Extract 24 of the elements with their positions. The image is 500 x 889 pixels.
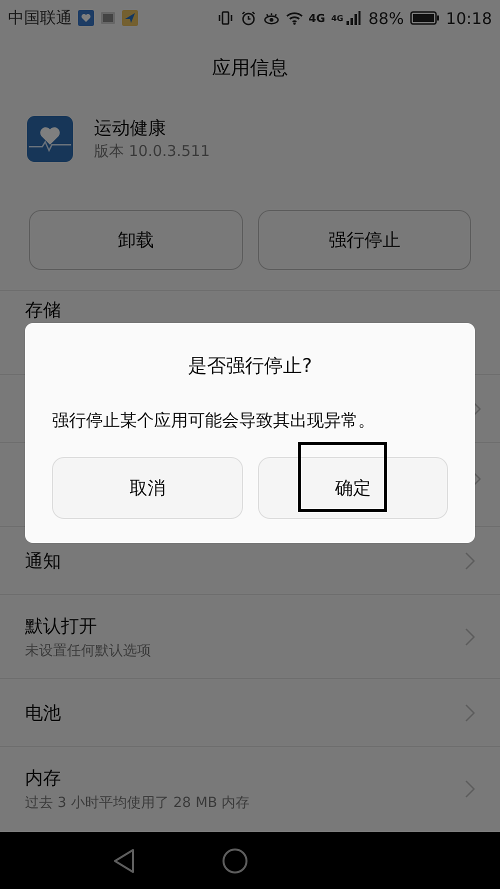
row-title: 默认打开	[25, 614, 98, 638]
network-label: 4G	[331, 14, 344, 22]
carrier-name: 中国联通	[8, 8, 72, 28]
action-button[interactable]: 强行停止	[258, 210, 471, 270]
dialog-button[interactable]: 取消	[52, 457, 242, 519]
screen-title: 应用信息	[212, 56, 288, 81]
row-title: 电池	[25, 702, 62, 724]
row-title: 存储	[25, 299, 62, 322]
battery-percent: 88%	[368, 8, 404, 28]
dialog-message: 强行停止某个应用可能会导致其出现异常。	[52, 410, 375, 432]
row-subtitle: 未设置任何默认选项	[25, 642, 152, 660]
row-title: 内存	[25, 766, 62, 790]
clock-time: 10:18	[446, 8, 492, 28]
row-subtitle: 过去 3 小时平均使用了 28 MB 内存	[25, 794, 251, 812]
dialog-title: 是否强行停止?	[188, 354, 312, 379]
settings-row[interactable]: 默认打开 未设置任何默认选项	[0, 594, 500, 678]
settings-row[interactable]: 内存 过去 3 小时平均使用了 28 MB 内存	[0, 746, 500, 830]
network-label: 4G	[308, 12, 326, 24]
row-title: 通知	[25, 550, 62, 572]
action-button[interactable]: 卸载	[29, 210, 242, 270]
app-version: 版本 10.0.3.511	[94, 142, 210, 161]
settings-row[interactable]: 电池	[0, 678, 500, 746]
dialog-button[interactable]: 确定	[258, 457, 448, 519]
app-name: 运动健康	[94, 117, 167, 140]
